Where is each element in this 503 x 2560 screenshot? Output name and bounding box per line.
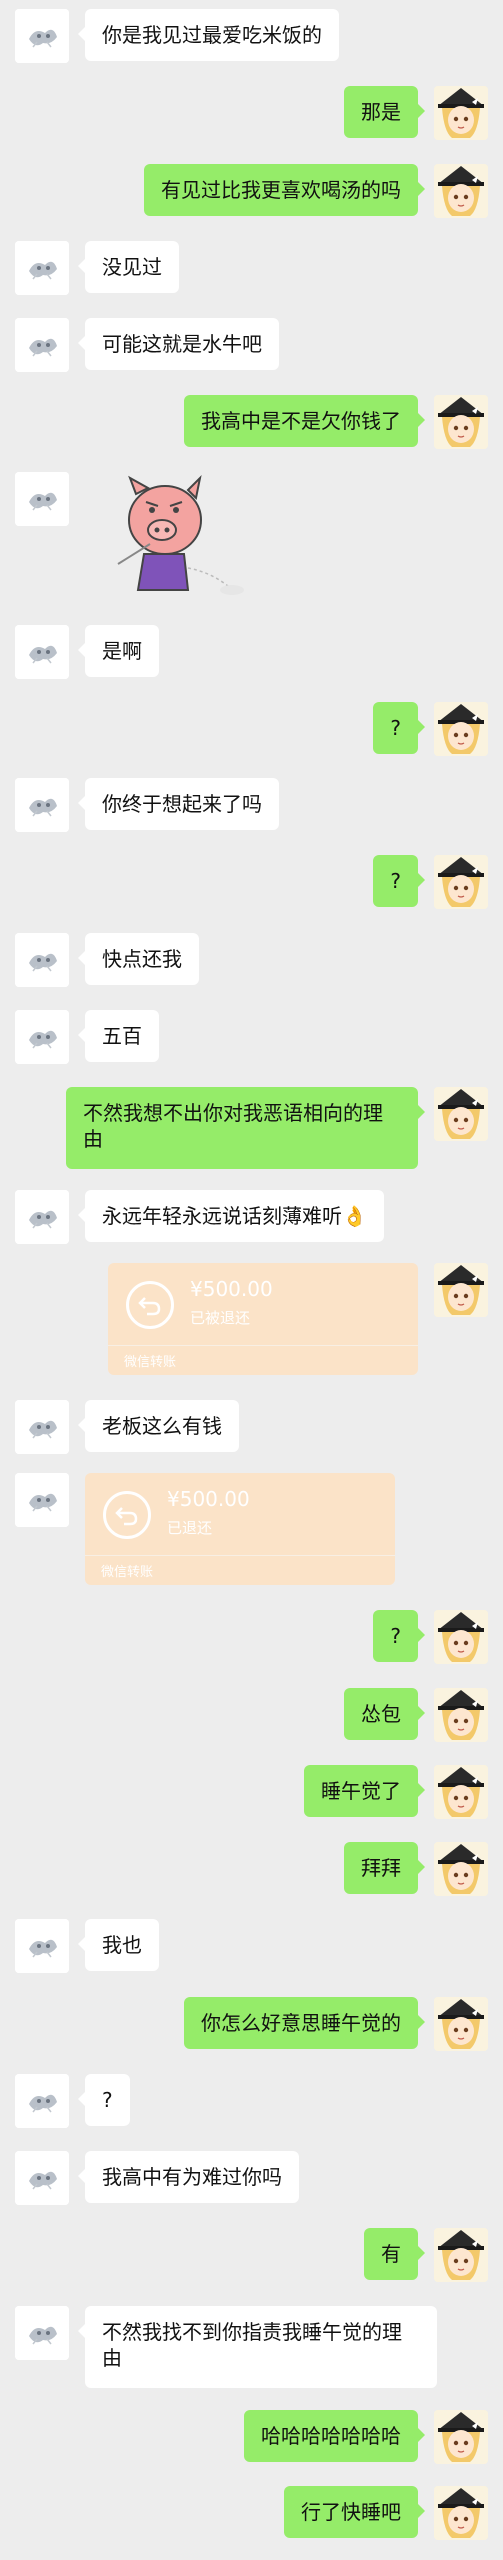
divider <box>108 1345 418 1346</box>
contact-avatar[interactable] <box>15 933 69 987</box>
contact-avatar[interactable] <box>15 318 69 372</box>
message-bubble[interactable]: 可能这就是水牛吧 <box>78 318 279 370</box>
message-bubble[interactable]: ? <box>78 2074 130 2126</box>
contact-avatar[interactable] <box>15 2074 69 2128</box>
message-bubble[interactable]: 你是我见过最爱吃米饭的 <box>78 9 339 61</box>
message-bubble[interactable]: 哈哈哈哈哈哈哈 <box>244 2410 425 2462</box>
transfer-status: 已退还 <box>167 1519 213 1537</box>
message-bubble[interactable]: 是啊 <box>78 625 159 677</box>
return-arrow-icon <box>126 1281 174 1329</box>
message-bubble[interactable]: 快点还我 <box>78 933 199 985</box>
message-bubble[interactable]: 永远年轻永远说话刻薄难听👌 <box>78 1190 384 1242</box>
contact-avatar[interactable] <box>15 2306 69 2360</box>
my-avatar[interactable] <box>434 86 488 140</box>
my-avatar[interactable] <box>434 1688 488 1742</box>
message-bubble[interactable]: 有 <box>364 2228 425 2280</box>
pig-sticker[interactable] <box>110 472 260 602</box>
message-bubble[interactable]: 我高中有为难过你吗 <box>78 2151 299 2203</box>
return-arrow-icon <box>103 1491 151 1539</box>
message-bubble[interactable]: ? <box>373 855 425 907</box>
message-bubble[interactable]: 没见过 <box>78 241 179 293</box>
contact-avatar[interactable] <box>15 1010 69 1064</box>
divider <box>85 1555 395 1556</box>
message-bubble[interactable]: ? <box>373 702 425 754</box>
message-bubble[interactable]: 怂包 <box>344 1688 425 1740</box>
my-avatar[interactable] <box>434 2410 488 2464</box>
contact-avatar[interactable] <box>15 241 69 295</box>
my-avatar[interactable] <box>434 2228 488 2282</box>
transfer-amount: ¥500.00 <box>190 1277 273 1301</box>
my-avatar[interactable] <box>434 395 488 449</box>
message-bubble[interactable]: 你终于想起来了吗 <box>78 778 279 830</box>
message-bubble[interactable]: 有见过比我更喜欢喝汤的吗 <box>144 164 425 216</box>
contact-avatar[interactable] <box>15 1919 69 1973</box>
message-bubble[interactable]: 我高中是不是欠你钱了 <box>184 395 425 447</box>
contact-avatar[interactable] <box>15 1400 69 1454</box>
message-bubble[interactable]: 我也 <box>78 1919 159 1971</box>
message-bubble[interactable]: 拜拜 <box>344 1842 425 1894</box>
chat-view: 你是我见过最爱吃米饭的 那是有见过比我更喜欢喝汤的吗没见过可能这就是水牛吧我高中是… <box>0 0 503 2560</box>
contact-avatar[interactable] <box>15 9 69 63</box>
contact-avatar[interactable] <box>15 1473 69 1527</box>
my-avatar[interactable] <box>434 2486 488 2540</box>
message-bubble[interactable]: 不然我想不出你对我恶语相向的理由 <box>66 1087 425 1169</box>
my-avatar[interactable] <box>434 1610 488 1664</box>
my-avatar[interactable] <box>434 702 488 756</box>
contact-avatar[interactable] <box>15 472 69 526</box>
contact-avatar[interactable] <box>15 625 69 679</box>
message-bubble[interactable]: 行了快睡吧 <box>284 2486 425 2538</box>
transfer-status: 已被退还 <box>190 1309 251 1327</box>
message-bubble[interactable]: 五百 <box>78 1010 159 1062</box>
my-avatar[interactable] <box>434 1997 488 2051</box>
my-avatar[interactable] <box>434 1263 488 1317</box>
transfer-footer: 微信转账 <box>101 1565 154 1580</box>
contact-avatar[interactable] <box>15 778 69 832</box>
my-avatar[interactable] <box>434 164 488 218</box>
transfer-amount: ¥500.00 <box>167 1487 250 1511</box>
transfer-card[interactable]: ¥500.00 已被退还微信转账 <box>108 1263 418 1375</box>
transfer-card[interactable]: ¥500.00 已退还微信转账 <box>85 1473 395 1585</box>
message-bubble[interactable]: ? <box>373 1610 425 1662</box>
message-bubble[interactable]: 老板这么有钱 <box>78 1400 239 1452</box>
transfer-footer: 微信转账 <box>124 1355 177 1370</box>
message-bubble[interactable]: 睡午觉了 <box>304 1765 425 1817</box>
contact-avatar[interactable] <box>15 2151 69 2205</box>
message-bubble[interactable]: 你怎么好意思睡午觉的 <box>184 1997 425 2049</box>
my-avatar[interactable] <box>434 1087 488 1141</box>
my-avatar[interactable] <box>434 1842 488 1896</box>
message-bubble[interactable]: 那是 <box>344 86 425 138</box>
message-bubble[interactable]: 不然我找不到你指责我睡午觉的理由 <box>78 2306 437 2388</box>
my-avatar[interactable] <box>434 855 488 909</box>
my-avatar[interactable] <box>434 1765 488 1819</box>
contact-avatar[interactable] <box>15 1190 69 1244</box>
